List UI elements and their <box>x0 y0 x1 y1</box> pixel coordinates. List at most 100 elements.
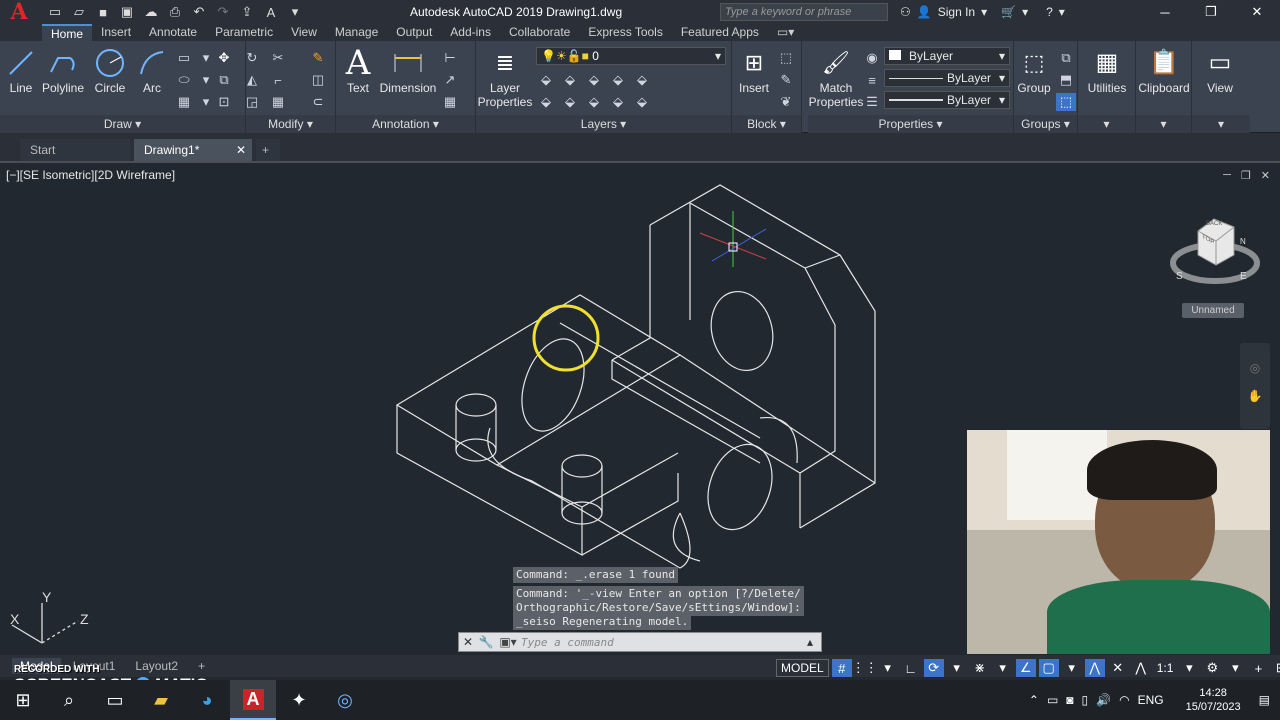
command-input[interactable]: Type a command <box>521 636 807 649</box>
chevron-up-icon[interactable]: ⌃ <box>1029 693 1039 707</box>
redo-icon[interactable]: ↷ <box>212 2 234 22</box>
lineweight-dropdown[interactable]: ByLayer ▾ <box>884 91 1010 109</box>
print-icon[interactable]: ⎙ <box>164 2 186 22</box>
clipboard-expand[interactable]: ▾ <box>1136 115 1191 133</box>
color-dropdown[interactable]: ByLayer ▾ <box>884 47 1010 65</box>
create-block-icon[interactable]: ⬚ <box>776 49 796 67</box>
chevron-down-icon[interactable]: ▾ <box>1062 659 1082 677</box>
layer-tool-icon[interactable]: ⬙ <box>584 71 604 89</box>
groups-panel-title[interactable]: Groups ▾ <box>1014 115 1077 133</box>
layer-tool-icon[interactable]: ⬙ <box>608 71 628 89</box>
match-properties-button[interactable]: 🖌 Match Properties <box>809 45 864 110</box>
viewcube-n-label[interactable]: N <box>1240 237 1246 246</box>
chevron-down-icon[interactable]: ▾ <box>1022 5 1028 19</box>
utilities-button[interactable]: ▦ Utilities <box>1080 45 1134 96</box>
draw-panel-title[interactable]: Draw ▾ <box>0 115 245 133</box>
language-indicator[interactable]: ENG <box>1138 693 1164 707</box>
volume-icon[interactable]: 🔊 <box>1096 693 1111 707</box>
hatch-icon[interactable]: ▦ <box>174 93 194 111</box>
tab-express-tools[interactable]: Express Tools <box>579 24 671 41</box>
tab-parametric[interactable]: Parametric <box>206 24 282 41</box>
group-button[interactable]: ⬚ Group <box>1016 45 1052 96</box>
line-button[interactable]: Line <box>4 45 38 95</box>
linear-dim-icon[interactable]: ⊢ <box>440 49 460 67</box>
layer-tool-icon[interactable]: ⬙ <box>536 71 556 89</box>
layers-panel-title[interactable]: Layers ▾ <box>476 115 731 133</box>
color-wheel-icon[interactable]: ◉ <box>862 49 882 67</box>
search-input[interactable]: Type a keyword or phrase <box>720 3 888 21</box>
dimension-button[interactable]: Dimension <box>378 45 438 95</box>
erase-icon[interactable]: ✎ <box>308 49 328 67</box>
dropbox-icon[interactable]: ✦ <box>276 680 322 720</box>
chevron-down-icon[interactable]: ▾ <box>878 659 898 677</box>
minimize-button[interactable]: ─ <box>1142 0 1188 24</box>
polar-icon[interactable]: ⟳ <box>923 659 944 677</box>
tab-output[interactable]: Output <box>387 24 441 41</box>
chevron-down-icon[interactable]: ▾ <box>196 71 216 89</box>
sign-in-label[interactable]: Sign In <box>938 5 975 19</box>
layer-tool-icon[interactable]: ⬙ <box>560 71 580 89</box>
chevron-up-icon[interactable]: ▴ <box>807 635 821 649</box>
close-tab-icon[interactable]: ✕ <box>236 139 246 161</box>
sign-in-area[interactable]: ⚇ 👤 Sign In ▾ 🛒 ▾ ? ▾ <box>900 5 1065 19</box>
block-attr-icon[interactable]: ❦ <box>776 93 796 111</box>
annotation-panel-title[interactable]: Annotation ▾ <box>336 115 475 133</box>
auto-scale-icon[interactable]: ✕ <box>1108 659 1128 677</box>
scale-dropdown[interactable]: 1:1 <box>1154 661 1177 675</box>
plus-icon[interactable]: + <box>1248 659 1268 677</box>
ellipse-icon[interactable]: ⬭ <box>174 71 194 89</box>
scale-icon[interactable]: ◲ <box>242 93 262 111</box>
restore-button[interactable]: ❐ <box>1188 0 1234 24</box>
file-explorer-icon[interactable]: ▰ <box>138 680 184 720</box>
chevron-down-icon[interactable]: ▾ <box>1179 659 1199 677</box>
view-button[interactable]: ▭ View <box>1196 45 1244 96</box>
layer-tool-icon[interactable]: ⬙ <box>632 93 652 111</box>
arc-button[interactable]: Arc <box>134 45 170 95</box>
steering-wheel-icon[interactable]: ◎ <box>1240 361 1270 375</box>
viewcube-e-label[interactable]: E <box>1240 271 1247 282</box>
tab-annotate[interactable]: Annotate <box>140 24 206 41</box>
text-button[interactable]: A Text <box>342 45 374 95</box>
layer-tool-icon[interactable]: ⬙ <box>608 93 628 111</box>
annotation-visibility-icon[interactable]: ⋀ <box>1084 659 1105 677</box>
stretch-icon[interactable]: ⊡ <box>214 93 234 111</box>
windows-start-icon[interactable]: ⊞ <box>0 680 46 720</box>
annotation-scale-icon[interactable]: ⋀ <box>1131 659 1151 677</box>
rotate-icon[interactable]: ↻ <box>242 49 262 67</box>
tab-add-ins[interactable]: Add-ins <box>441 24 500 41</box>
offset-icon[interactable]: ⊂ <box>308 93 328 111</box>
app-menu-button[interactable]: A <box>0 0 38 25</box>
layer-dropdown[interactable]: 💡☀🔓■ 0 ▾ <box>536 47 726 65</box>
array-icon[interactable]: ▦ <box>268 93 288 111</box>
text-style-icon[interactable]: A <box>260 2 282 22</box>
clock[interactable]: 14:28 15/07/2023 <box>1186 686 1241 714</box>
chevron-down-icon[interactable]: ▾ <box>981 5 987 19</box>
block-panel-title[interactable]: Block ▾ <box>732 115 801 133</box>
view-expand[interactable]: ▾ <box>1192 115 1250 133</box>
polyline-button[interactable]: Polyline <box>40 45 86 95</box>
new-icon[interactable]: ▭ <box>44 2 66 22</box>
group-select-icon[interactable]: ⬚ <box>1056 93 1076 111</box>
ortho-icon[interactable]: ∟ <box>901 659 921 677</box>
start-tab[interactable]: Start <box>20 139 130 161</box>
copy-icon[interactable]: ⧉ <box>214 71 234 89</box>
undo-icon[interactable]: ↶ <box>188 2 210 22</box>
ribbon-toggle-icon[interactable]: ▭▾ <box>768 24 803 41</box>
utilities-expand[interactable]: ▾ <box>1078 115 1135 133</box>
camera-icon[interactable]: ◙ <box>1066 693 1073 707</box>
lineweight-icon[interactable]: ☰ <box>862 93 882 111</box>
network-icon[interactable]: ▭ <box>1047 693 1058 707</box>
linetype-icon[interactable]: ≡ <box>862 71 882 89</box>
layer-tool-icon[interactable]: ⬙ <box>632 71 652 89</box>
wifi-icon[interactable]: ◠ <box>1119 693 1129 707</box>
mirror-icon[interactable]: ◭ <box>242 71 262 89</box>
circle-button[interactable]: Circle <box>90 45 130 95</box>
rectangle-icon[interactable]: ▭ <box>174 49 194 67</box>
qat-dropdown-icon[interactable]: ▾ <box>284 2 306 22</box>
save-icon[interactable]: ■ <box>92 2 114 22</box>
insert-button[interactable]: ⊞ Insert <box>734 45 774 96</box>
isodraft-icon[interactable]: ⋇ <box>970 659 990 677</box>
ungroup-icon[interactable]: ⧉ <box>1056 49 1076 67</box>
cloud-icon[interactable]: ☁ <box>140 2 162 22</box>
chevron-down-icon[interactable]: ▾ <box>993 659 1013 677</box>
